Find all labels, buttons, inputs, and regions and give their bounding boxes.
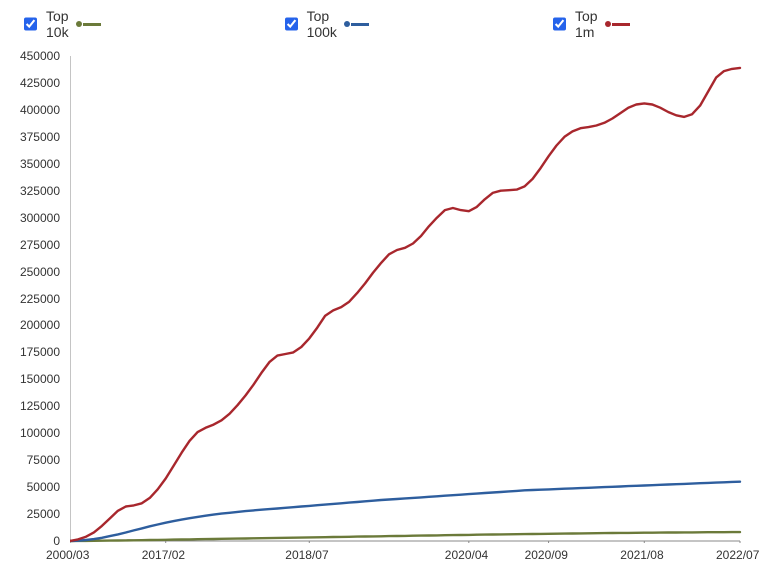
y-tick-label: 250000 — [0, 265, 60, 279]
x-tick-label: 2017/02 — [142, 548, 185, 562]
series-top-10k — [70, 532, 740, 541]
legend-swatch — [605, 21, 630, 27]
x-tick-label: 2020/04 — [445, 548, 488, 562]
y-tick-label: 25000 — [0, 507, 60, 521]
x-tick-label: 2000/03 — [46, 548, 89, 562]
y-tick-label: 150000 — [0, 372, 60, 386]
y-tick-label: 175000 — [0, 345, 60, 359]
x-tick-label: 2020/09 — [525, 548, 568, 562]
y-tick-label: 225000 — [0, 292, 60, 306]
x-tick-label: 2018/07 — [285, 548, 328, 562]
y-tick-label: 75000 — [0, 453, 60, 467]
y-tick-label: 125000 — [0, 399, 60, 413]
x-tick-label: 2022/07 — [716, 548, 759, 562]
legend-swatch — [344, 21, 369, 27]
legend-swatch — [76, 21, 101, 27]
y-tick-label: 450000 — [0, 49, 60, 63]
legend-checkbox[interactable] — [285, 17, 298, 31]
y-tick-label: 200000 — [0, 318, 60, 332]
series-top-1m — [70, 68, 740, 541]
y-tick-label: 275000 — [0, 238, 60, 252]
x-tick-label: 2021/08 — [620, 548, 663, 562]
line-chart — [70, 56, 742, 543]
legend-checkbox[interactable] — [553, 17, 566, 31]
y-tick-label: 400000 — [0, 103, 60, 117]
y-tick-label: 300000 — [0, 211, 60, 225]
y-tick-label: 50000 — [0, 480, 60, 494]
y-tick-label: 425000 — [0, 76, 60, 90]
y-tick-label: 325000 — [0, 184, 60, 198]
y-tick-label: 350000 — [0, 157, 60, 171]
legend-checkbox[interactable] — [24, 17, 37, 31]
y-tick-label: 375000 — [0, 130, 60, 144]
y-tick-label: 0 — [0, 534, 60, 548]
y-tick-label: 100000 — [0, 426, 60, 440]
